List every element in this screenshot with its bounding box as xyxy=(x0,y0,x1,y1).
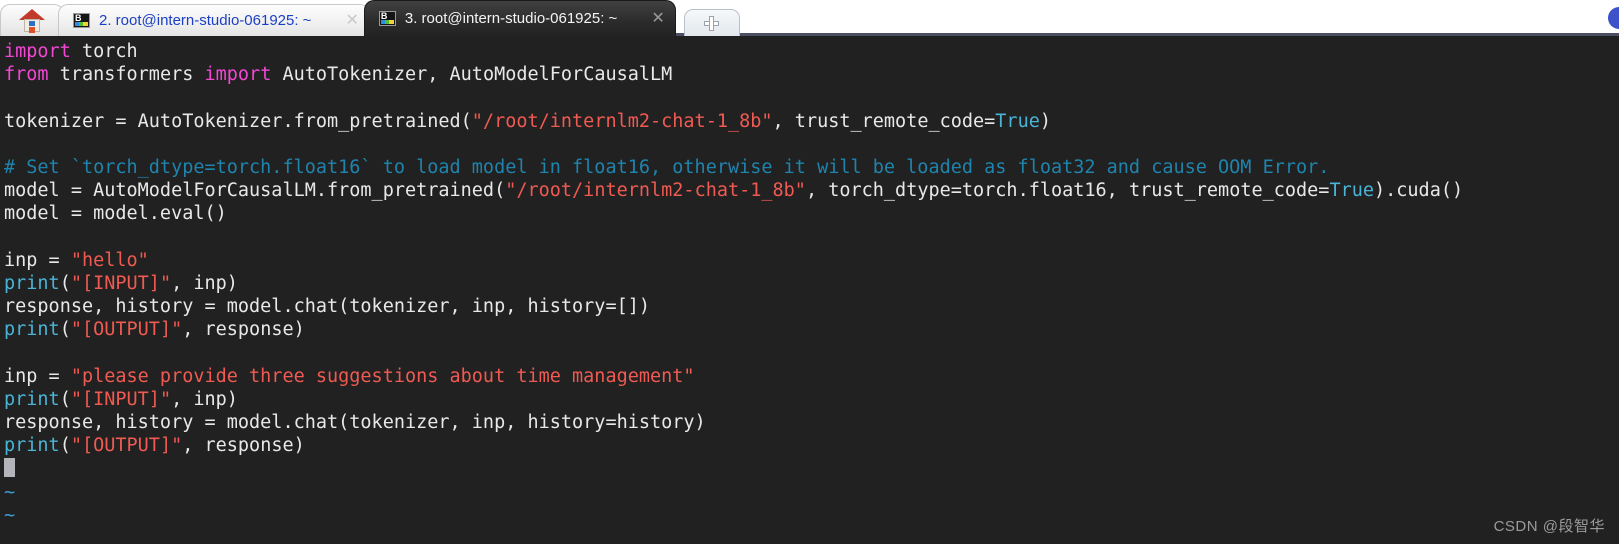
code-line-8: model = model.eval() xyxy=(4,202,1619,225)
inp-assign: inp = xyxy=(4,365,71,387)
vim-empty-line-1: ~ xyxy=(4,481,1619,504)
code-line-4: tokenizer = AutoTokenizer.from_pretraine… xyxy=(4,110,1619,133)
builtin-print: print xyxy=(4,272,60,294)
terminal-icon: B xyxy=(73,13,90,28)
inp-assign: inp = xyxy=(4,249,71,271)
code-line-14-blank xyxy=(4,341,1619,364)
code-line-19-cursor xyxy=(4,457,1619,480)
home-tab[interactable] xyxy=(0,4,64,36)
input-tag-string: "[INPUT]" xyxy=(70,272,172,294)
close-icon[interactable]: ✕ xyxy=(337,12,358,29)
code-line-11: print("[INPUT]", inp) xyxy=(4,272,1619,295)
bool-true: True xyxy=(1329,180,1374,202)
code-line-12: response, history = model.chat(tokenizer… xyxy=(4,295,1619,318)
code-line-16: print("[INPUT]", inp) xyxy=(4,388,1619,411)
module-transformers: transformers xyxy=(48,64,205,86)
open-paren: ( xyxy=(59,319,71,341)
tokenizer-assign: tokenizer = AutoTokenizer.from_pretraine… xyxy=(4,110,472,132)
import-names: AutoTokenizer, AutoModelForCausalLM xyxy=(271,64,673,86)
model-assign: model = AutoModelForCausalLM.from_pretra… xyxy=(4,180,506,202)
text-cursor xyxy=(4,458,15,478)
scroll-indicator-icon[interactable] xyxy=(1608,7,1619,29)
terminal-icon: B xyxy=(378,11,396,26)
model-path-string: "/root/internlm2-chat-1_8b" xyxy=(471,110,773,132)
builtin-print: print xyxy=(4,388,60,410)
print-args: , response) xyxy=(182,435,305,457)
code-line-7: model = AutoModelForCausalLM.from_pretra… xyxy=(4,179,1619,202)
tab-session-3[interactable]: B 3. root@intern-studio-061925: ~ ✕ xyxy=(363,0,676,36)
code-line-2: from transformers import AutoTokenizer, … xyxy=(4,63,1619,86)
tilde-marker: ~ xyxy=(4,504,16,526)
trust-remote-code-arg: , trust_remote_code= xyxy=(772,110,996,132)
keyword-import: import xyxy=(204,64,272,86)
print-args: , inp) xyxy=(171,388,238,410)
cuda-call: ).cuda() xyxy=(1374,180,1464,202)
model-eval: model = model.eval() xyxy=(4,203,227,225)
code-line-9-blank xyxy=(4,226,1619,249)
dtype-args: , torch_dtype=torch.float16, trust_remot… xyxy=(805,180,1330,202)
builtin-print: print xyxy=(4,435,60,457)
print-args: , response) xyxy=(182,319,305,341)
tab-session-2[interactable]: B 2. root@intern-studio-061925: ~ ✕ xyxy=(58,4,370,36)
output-tag-string: "[OUTPUT]" xyxy=(70,319,183,341)
code-line-5-blank xyxy=(4,133,1619,156)
inp-value-string: "please provide three suggestions about … xyxy=(70,365,695,387)
chat-call: response, history = model.chat(tokenizer… xyxy=(4,296,651,318)
input-tag-string: "[INPUT]" xyxy=(70,388,172,410)
keyword-import: import xyxy=(4,41,71,62)
watermark: CSDN @段智华 xyxy=(1493,518,1605,535)
tilde-marker: ~ xyxy=(4,481,16,503)
code-line-1: import torch xyxy=(4,40,1619,63)
open-paren: ( xyxy=(59,435,71,457)
tab-strip: B 2. root@intern-studio-061925: ~ ✕ B 3.… xyxy=(0,0,740,36)
module-torch: torch xyxy=(70,41,138,62)
print-args: , inp) xyxy=(171,272,238,294)
tab-label: 3. root@intern-studio-061925: ~ xyxy=(404,10,618,27)
model-path-string: "/root/internlm2-chat-1_8b" xyxy=(505,180,806,202)
tabbar-right-controls xyxy=(1529,0,1619,36)
code-line-15: inp = "please provide three suggestions … xyxy=(4,365,1619,388)
builtin-print: print xyxy=(4,319,60,341)
home-icon xyxy=(19,8,45,33)
terminal-body[interactable]: import torch from transformers import Au… xyxy=(0,36,1619,544)
open-paren: ( xyxy=(59,388,71,410)
code-line-18: print("[OUTPUT]", response) xyxy=(4,434,1619,457)
close-paren: ) xyxy=(1039,110,1051,132)
vim-empty-line-2: ~ xyxy=(4,504,1619,527)
chat-call: response, history = model.chat(tokenizer… xyxy=(4,412,706,433)
open-paren: ( xyxy=(59,272,71,294)
code-line-10: inp = "hello" xyxy=(4,249,1619,272)
code-line-13: print("[OUTPUT]", response) xyxy=(4,318,1619,341)
bool-true: True xyxy=(995,110,1040,132)
inp-value-string: "hello" xyxy=(70,249,149,271)
output-tag-string: "[OUTPUT]" xyxy=(70,435,183,457)
tab-bar: B 2. root@intern-studio-061925: ~ ✕ B 3.… xyxy=(0,0,1619,36)
code-line-6-comment: # Set `torch_dtype=torch.float16` to loa… xyxy=(4,156,1619,179)
new-tab-button[interactable] xyxy=(683,9,740,36)
plus-icon xyxy=(704,15,720,31)
code-line-3-blank xyxy=(4,86,1619,109)
close-icon[interactable]: ✕ xyxy=(643,10,664,27)
keyword-from: from xyxy=(4,64,49,86)
comment-text: # Set `torch_dtype=torch.float16` to loa… xyxy=(4,156,1330,178)
tab-label: 2. root@intern-studio-061925: ~ xyxy=(99,12,312,29)
code-line-17: response, history = model.chat(tokenizer… xyxy=(4,411,1619,434)
